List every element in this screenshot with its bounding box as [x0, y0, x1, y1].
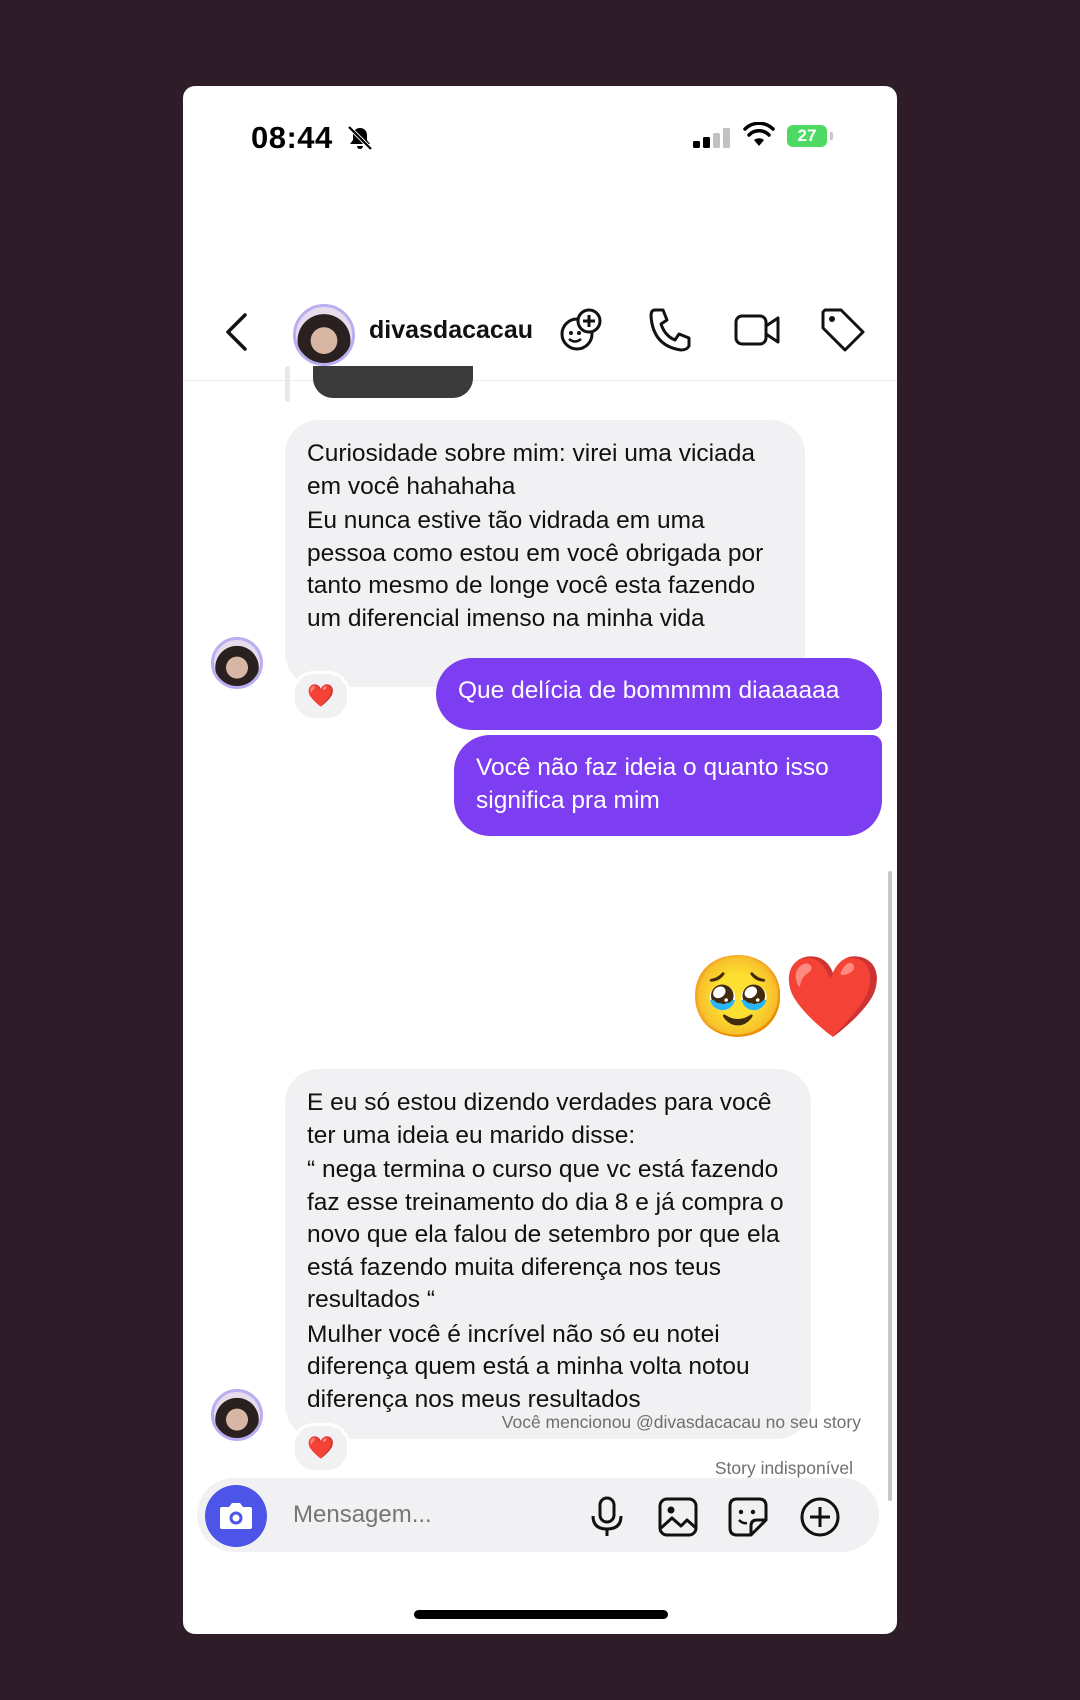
camera-icon [220, 1503, 252, 1529]
message-text: “ nega termina o curso que vc está fazen… [307, 1156, 784, 1313]
sender-avatar[interactable] [211, 1389, 263, 1441]
battery-indicator: 27 [787, 125, 827, 147]
microphone-icon[interactable] [589, 1496, 625, 1538]
story-mention-note: Você mencionou @divasdacacau no seu stor… [501, 1412, 861, 1432]
gallery-icon[interactable] [657, 1496, 699, 1538]
add-icon[interactable] [799, 1496, 841, 1538]
message-text: Curiosidade sobre mim: virei uma viciada… [307, 440, 755, 500]
phone-screen: 08:44 27 divasdacacau Curiosidade sobre … [183, 86, 897, 1634]
chat-header: divasdacacau [183, 274, 897, 381]
emoji-message[interactable]: ❤️ [783, 952, 883, 1042]
message-text: Eu nunca estive tão vidrada em uma pesso… [307, 507, 764, 632]
outgoing-message[interactable]: Que delícia de bommmm diaaaaaa [436, 658, 882, 730]
story-unavailable-note[interactable]: Story indisponível [715, 1458, 853, 1479]
message-text: Mulher você é incrível não só eu notei d… [307, 1320, 750, 1413]
contact-username[interactable]: divasdacacau [369, 316, 533, 345]
heart-reaction[interactable]: ❤️ [292, 1423, 350, 1473]
video-call-icon[interactable] [733, 306, 781, 354]
home-indicator [414, 1610, 668, 1619]
sticker-icon[interactable] [727, 1496, 769, 1538]
outgoing-message[interactable]: Você não faz ideia o quanto isso signifi… [454, 735, 882, 836]
bell-muted-icon [347, 125, 373, 151]
incoming-message[interactable]: Curiosidade sobre mim: virei uma viciada… [285, 420, 805, 687]
tag-icon[interactable] [819, 306, 865, 354]
sender-avatar[interactable] [211, 637, 263, 689]
message-input[interactable] [291, 1494, 545, 1536]
status-time: 08:44 [251, 120, 333, 155]
effects-icon[interactable] [557, 306, 605, 354]
back-arrow-icon[interactable] [223, 312, 249, 352]
wifi-icon [743, 122, 775, 146]
signal-icon [693, 128, 730, 148]
camera-button[interactable] [205, 1485, 267, 1547]
scrollbar[interactable] [888, 871, 892, 1501]
message-text: E eu só estou dizendo verdades para você… [307, 1089, 772, 1149]
message-composer [197, 1478, 879, 1552]
reply-line [285, 366, 290, 402]
emoji-message[interactable]: 🥹 [688, 952, 788, 1042]
phone-call-icon[interactable] [647, 306, 691, 354]
battery-tip [830, 132, 833, 140]
incoming-message[interactable]: E eu só estou dizendo verdades para você… [285, 1069, 811, 1439]
contact-avatar[interactable] [293, 304, 355, 366]
heart-reaction[interactable]: ❤️ [292, 671, 350, 721]
shared-media-thumbnail[interactable] [313, 366, 473, 398]
